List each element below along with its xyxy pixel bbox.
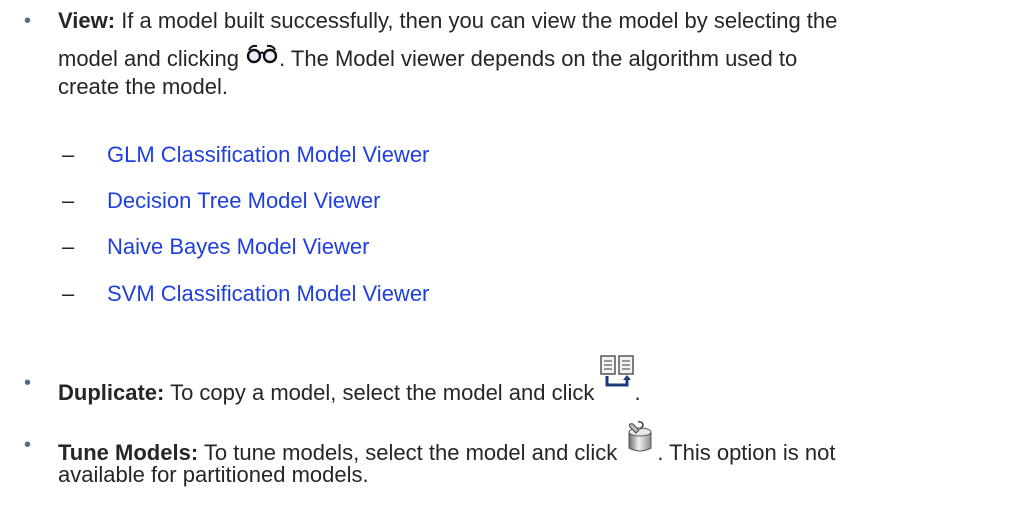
tune-line-2: available for partitioned models. [58,462,369,487]
decision-tree-viewer-link[interactable]: Decision Tree Model Viewer [107,186,381,216]
duplicate-term: Duplicate: [58,380,165,405]
glm-viewer-link[interactable]: GLM Classification Model Viewer [107,140,429,170]
view-line-3: create the model. [58,74,228,99]
view-line-2: model and clicking . The Model viewer de… [58,42,1011,74]
dash: – [62,281,75,306]
bullet: • [24,372,32,394]
dash: – [62,142,75,167]
naive-bayes-viewer-link[interactable]: Naive Bayes Model Viewer [107,232,370,262]
view-description: If a model built successfully, then you … [121,8,838,33]
glasses-icon[interactable] [245,42,279,72]
duplicate-text-post: . [634,380,641,405]
view-text-pre: model and clicking [58,46,239,71]
dash: – [62,234,75,259]
bullet: • [24,434,32,456]
dash: – [62,188,75,213]
duplicate-icon[interactable] [599,354,635,398]
duplicate-line: Duplicate: To copy a model, select the m… [58,355,1011,412]
view-term: View: [58,8,116,33]
duplicate-description: To copy a model, select the model and cl… [170,380,595,405]
tune-icon[interactable] [623,420,657,462]
svm-viewer-link[interactable]: SVM Classification Model Viewer [107,279,429,309]
bullet: • [24,10,32,32]
view-line-1: View: If a model built successfully, the… [58,6,1011,36]
view-text-post: . The Model viewer depends on the algori… [279,46,798,71]
